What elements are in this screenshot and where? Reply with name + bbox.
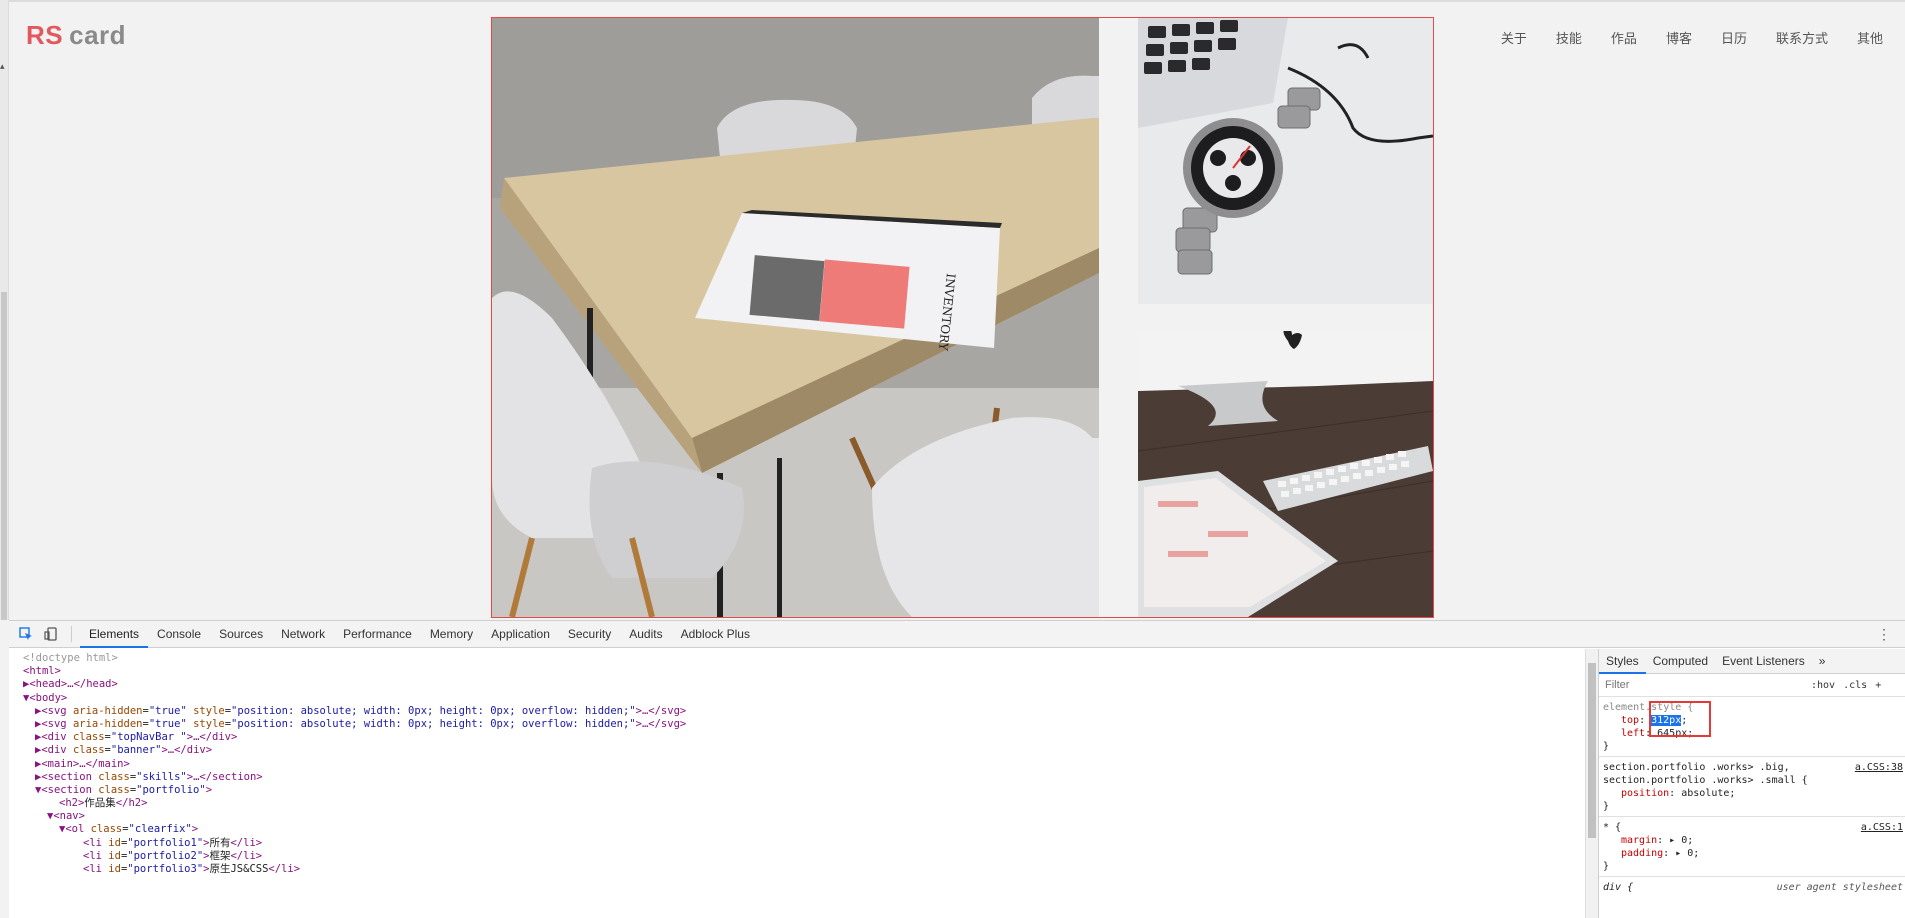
logo-strong-text: RS bbox=[26, 20, 64, 50]
dom-node[interactable]: ▼<body> bbox=[9, 692, 1585, 705]
elements-dom-tree: <!doctype html> <html> ▶<head>…</head> ▼… bbox=[9, 649, 1585, 918]
dom-node[interactable]: ▶<div class="banner">…</div> bbox=[9, 744, 1585, 757]
dom-node[interactable]: <h2>作品集</h2> bbox=[9, 797, 1585, 810]
tab-audits[interactable]: Audits bbox=[620, 621, 671, 648]
tab-performance[interactable]: Performance bbox=[334, 621, 421, 648]
tab-adblock-plus[interactable]: Adblock Plus bbox=[672, 621, 759, 648]
more-tabs-icon[interactable]: » bbox=[1812, 649, 1833, 674]
nav-link-works[interactable]: 作品 bbox=[1611, 28, 1637, 47]
css-property-padding[interactable]: padding: ▸ 0; bbox=[1603, 847, 1901, 860]
rule-selector: * { bbox=[1603, 822, 1622, 833]
tab-network[interactable]: Network bbox=[272, 621, 334, 648]
dom-tree-scrollbar-thumb[interactable] bbox=[1588, 663, 1596, 838]
rule-element-style: element.style { top: 312px; left: 645px;… bbox=[1599, 697, 1905, 757]
dom-node[interactable]: ▶<div class="topNavBar ">…</div> bbox=[9, 731, 1585, 744]
hov-toggle[interactable]: :hov bbox=[1811, 680, 1835, 691]
dom-node[interactable]: <li id="portfolio1">所有</li> bbox=[9, 837, 1585, 850]
styles-filter-input[interactable] bbox=[1603, 676, 1803, 694]
tab-elements[interactable]: Elements bbox=[80, 621, 149, 648]
rule-universal: * { a.CSS:1 margin: ▸ 0; padding: ▸ 0; } bbox=[1599, 817, 1905, 877]
nav-link-contact[interactable]: 联系方式 bbox=[1776, 28, 1828, 47]
devtools-panel: Elements Console Sources Network Perform… bbox=[9, 620, 1905, 918]
dom-node[interactable]: ▼<section class="portfolio"> bbox=[9, 784, 1585, 797]
styles-filter-bar: :hov .cls + bbox=[1599, 674, 1905, 697]
work-image-table[interactable]: INVENTORY bbox=[492, 18, 1099, 617]
css-property-top[interactable]: top: 312px; bbox=[1603, 714, 1901, 727]
css-property-left[interactable]: left: 645px; bbox=[1603, 727, 1901, 740]
nav-link-skills[interactable]: 技能 bbox=[1556, 28, 1582, 47]
tab-divider bbox=[71, 626, 72, 642]
page-viewport: ▴ RS card 关于 技能 作品 博客 日历 联系方式 其他 INVENTO… bbox=[0, 0, 1905, 620]
rule-source-link[interactable]: a.CSS:1 bbox=[1861, 821, 1903, 834]
table-photo-illustration: INVENTORY bbox=[492, 18, 1099, 617]
device-toolbar-icon[interactable] bbox=[43, 626, 59, 642]
new-rule-button[interactable]: + bbox=[1875, 680, 1881, 691]
portfolio-works: INVENTORY bbox=[491, 17, 1434, 618]
page-scrollbar[interactable]: ▴ bbox=[0, 0, 9, 620]
watch-photo-illustration bbox=[1138, 18, 1433, 304]
styles-sidebar: Styles Computed Event Listeners » :hov .… bbox=[1598, 649, 1905, 918]
dom-node[interactable]: <html> bbox=[9, 665, 1585, 678]
css-property-margin[interactable]: margin: ▸ 0; bbox=[1603, 834, 1901, 847]
rule-close: } bbox=[1603, 741, 1610, 752]
dom-node[interactable]: <!doctype html> bbox=[9, 652, 1585, 665]
tab-security[interactable]: Security bbox=[559, 621, 620, 648]
nav-link-blog[interactable]: 博客 bbox=[1666, 28, 1692, 47]
work-image-desk[interactable] bbox=[1138, 331, 1433, 617]
desk-photo-illustration bbox=[1138, 331, 1433, 617]
tab-application[interactable]: Application bbox=[482, 621, 559, 648]
viewport-top-border bbox=[9, 0, 1905, 2]
nav-link-about[interactable]: 关于 bbox=[1501, 28, 1527, 47]
rule-close: } bbox=[1603, 801, 1610, 812]
devtools-tab-bar: Elements Console Sources Network Perform… bbox=[9, 621, 1905, 648]
rule-selector: section.portfolio .works> .small { bbox=[1603, 775, 1808, 786]
rule-source-link[interactable]: a.CSS:38 bbox=[1855, 761, 1903, 774]
dom-node[interactable]: ▼<nav> bbox=[9, 810, 1585, 823]
dom-node[interactable]: ▶<section class="skills">…</section> bbox=[9, 771, 1585, 784]
dom-node[interactable]: ▶<main>…</main> bbox=[9, 758, 1585, 771]
rule-source-label: user agent stylesheet bbox=[1776, 882, 1903, 893]
devtools-menu-icon[interactable]: ⋮ bbox=[1877, 626, 1891, 643]
css-value-top[interactable]: 312px bbox=[1651, 715, 1682, 726]
dom-node[interactable]: ▼<ol class="clearfix"> bbox=[9, 823, 1585, 836]
nav-link-calendar[interactable]: 日历 bbox=[1721, 28, 1747, 47]
dom-node[interactable]: <li id="portfolio3">原生JS&CSS</li> bbox=[9, 863, 1585, 876]
tab-memory[interactable]: Memory bbox=[421, 621, 482, 648]
top-nav-bar: 关于 技能 作品 博客 日历 联系方式 其他 bbox=[1472, 28, 1883, 47]
dom-node[interactable]: ▶<svg aria-hidden="true" style="position… bbox=[9, 705, 1585, 718]
css-property-position[interactable]: position: absolute; bbox=[1603, 787, 1901, 800]
tab-event-listeners[interactable]: Event Listeners bbox=[1715, 649, 1812, 674]
dom-tree-scrollbar[interactable] bbox=[1585, 649, 1598, 918]
styles-tab-bar: Styles Computed Event Listeners » bbox=[1599, 649, 1905, 674]
tab-computed[interactable]: Computed bbox=[1646, 649, 1715, 674]
nav-link-other[interactable]: 其他 bbox=[1857, 28, 1883, 47]
site-logo[interactable]: RS card bbox=[26, 20, 126, 51]
rule-portfolio-works: section.portfolio .works> .big, section.… bbox=[1599, 757, 1905, 817]
work-image-watch[interactable] bbox=[1138, 18, 1433, 304]
cls-toggle[interactable]: .cls bbox=[1843, 680, 1867, 691]
page-scrollbar-thumb[interactable] bbox=[1, 292, 7, 620]
rule-close: } bbox=[1603, 861, 1610, 872]
inspect-element-icon[interactable] bbox=[18, 626, 34, 642]
tab-sources[interactable]: Sources bbox=[210, 621, 272, 648]
dom-node[interactable]: ▶<head>…</head> bbox=[9, 678, 1585, 691]
tab-styles[interactable]: Styles bbox=[1599, 649, 1646, 674]
scroll-arrow-icon[interactable]: ▴ bbox=[0, 62, 5, 72]
rule-div-ua: div { user agent stylesheet bbox=[1599, 877, 1905, 897]
logo-light-text: card bbox=[69, 20, 127, 50]
rule-selector: element.style { bbox=[1603, 702, 1694, 713]
dom-node[interactable]: <li id="portfolio2">框架</li> bbox=[9, 850, 1585, 863]
tab-console[interactable]: Console bbox=[148, 621, 210, 648]
dom-node[interactable]: ▶<svg aria-hidden="true" style="position… bbox=[9, 718, 1585, 731]
